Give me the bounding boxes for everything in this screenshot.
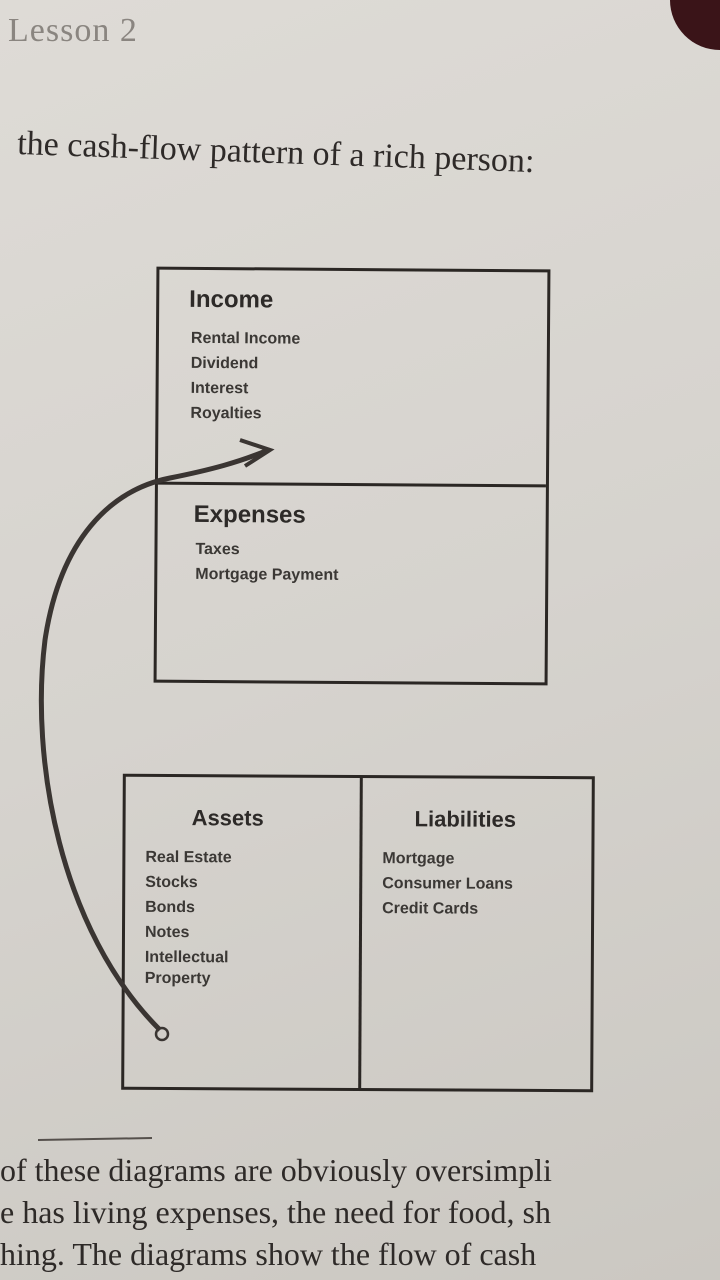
flow-origin-circle <box>154 1026 170 1042</box>
cash-flow-arrow <box>37 438 275 1141</box>
footnote-rule <box>37 1137 153 1141</box>
body-paragraph-line: of these diagrams are obviously oversimp… <box>0 1152 552 1188</box>
body-paragraph-line: e has living expenses, the need for food… <box>0 1194 551 1230</box>
flow-curve <box>38 447 269 1032</box>
body-paragraph-line: hing. The diagrams show the flow of cash <box>0 1236 537 1272</box>
